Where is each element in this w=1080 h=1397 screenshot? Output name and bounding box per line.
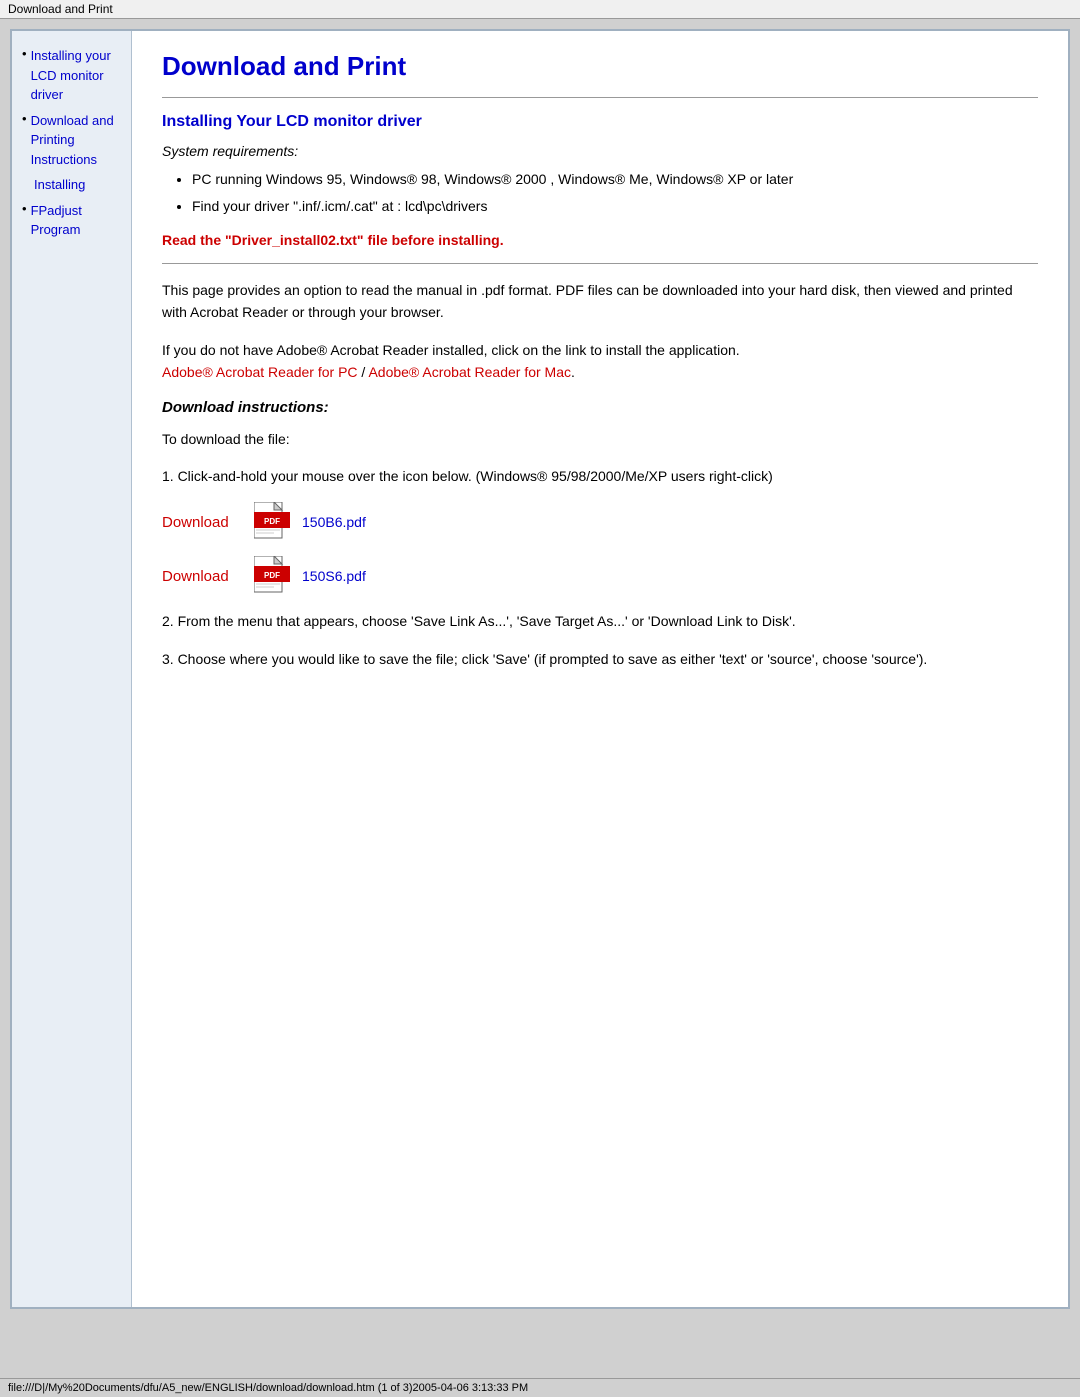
download-label-1[interactable]: Download xyxy=(162,514,242,531)
sidebar-link-download-print[interactable]: Download and Printing Instructions xyxy=(31,111,121,170)
download-instructions-heading: Download instructions: xyxy=(162,399,1038,416)
paragraph-2: If you do not have Adobe® Acrobat Reader… xyxy=(162,339,1038,384)
warning-text: Read the "Driver_install02.txt" file bef… xyxy=(162,232,1038,248)
sidebar-item-installing-lcd[interactable]: • Installing your LCD monitor driver xyxy=(22,46,121,105)
sidebar: • Installing your LCD monitor driver • D… xyxy=(12,31,132,1307)
main-frame: • Installing your LCD monitor driver • D… xyxy=(10,29,1070,1309)
req-item-1: PC running Windows 95, Windows® 98, Wind… xyxy=(192,169,1038,190)
pdf-link-2[interactable]: 150S6.pdf xyxy=(302,568,366,584)
svg-text:PDF: PDF xyxy=(264,571,280,580)
download-row-2: Download PDF 150S6.pdf xyxy=(162,556,1038,596)
download-label-2[interactable]: Download xyxy=(162,568,242,585)
sidebar-bullet-1: • xyxy=(22,46,27,105)
sidebar-bullet-2: • xyxy=(22,111,27,170)
period: . xyxy=(571,364,575,380)
paragraph-1: This page provides an option to read the… xyxy=(162,279,1038,324)
pdf-icon-1: PDF xyxy=(254,502,290,542)
paragraph-2-prefix: If you do not have Adobe® Acrobat Reader… xyxy=(162,342,740,358)
pdf-link-1[interactable]: 150B6.pdf xyxy=(302,514,366,530)
to-download-text: To download the file: xyxy=(162,428,1038,450)
download-row-1: Download PDF 150B6.pdf xyxy=(162,502,1038,542)
sidebar-link-fpadjust[interactable]: FPadjust Program xyxy=(31,201,121,240)
system-req-label: System requirements: xyxy=(162,143,1038,159)
step-3-text: 3. Choose where you would like to save t… xyxy=(162,648,1038,670)
pdf-icon-2: PDF xyxy=(254,556,290,596)
title-bar-text: Download and Print xyxy=(8,2,113,16)
acrobat-pc-link[interactable]: Adobe® Acrobat Reader for PC xyxy=(162,364,358,380)
page-title: Download and Print xyxy=(162,51,1038,82)
link-separator: / xyxy=(358,364,369,380)
sidebar-link-installing-lcd[interactable]: Installing your LCD monitor driver xyxy=(31,46,121,105)
sidebar-item-download-print[interactable]: • Download and Printing Instructions xyxy=(22,111,121,170)
sidebar-item-fpadjust[interactable]: • FPadjust Program xyxy=(22,201,121,240)
requirements-list: PC running Windows 95, Windows® 98, Wind… xyxy=(192,169,1038,217)
step-1-text: 1. Click-and-hold your mouse over the ic… xyxy=(162,465,1038,487)
step-2-text: 2. From the menu that appears, choose 'S… xyxy=(162,610,1038,632)
section-heading: Installing Your LCD monitor driver xyxy=(162,113,1038,131)
divider-1 xyxy=(162,97,1038,98)
status-bar: file:///D|/My%20Documents/dfu/A5_new/ENG… xyxy=(0,1378,1080,1397)
title-bar: Download and Print xyxy=(0,0,1080,19)
content-area: Download and Print Installing Your LCD m… xyxy=(132,31,1068,1307)
sidebar-link-installing[interactable]: Installing xyxy=(22,175,85,195)
divider-2 xyxy=(162,263,1038,264)
page-wrapper: • Installing your LCD monitor driver • D… xyxy=(0,19,1080,1376)
sidebar-item-installing[interactable]: Installing xyxy=(22,175,121,195)
sidebar-bullet-3: • xyxy=(22,201,27,240)
svg-text:PDF: PDF xyxy=(264,517,280,526)
acrobat-mac-link[interactable]: Adobe® Acrobat Reader for Mac xyxy=(368,364,571,380)
status-bar-text: file:///D|/My%20Documents/dfu/A5_new/ENG… xyxy=(8,1382,528,1394)
req-item-2: Find your driver ".inf/.icm/.cat" at : l… xyxy=(192,196,1038,217)
